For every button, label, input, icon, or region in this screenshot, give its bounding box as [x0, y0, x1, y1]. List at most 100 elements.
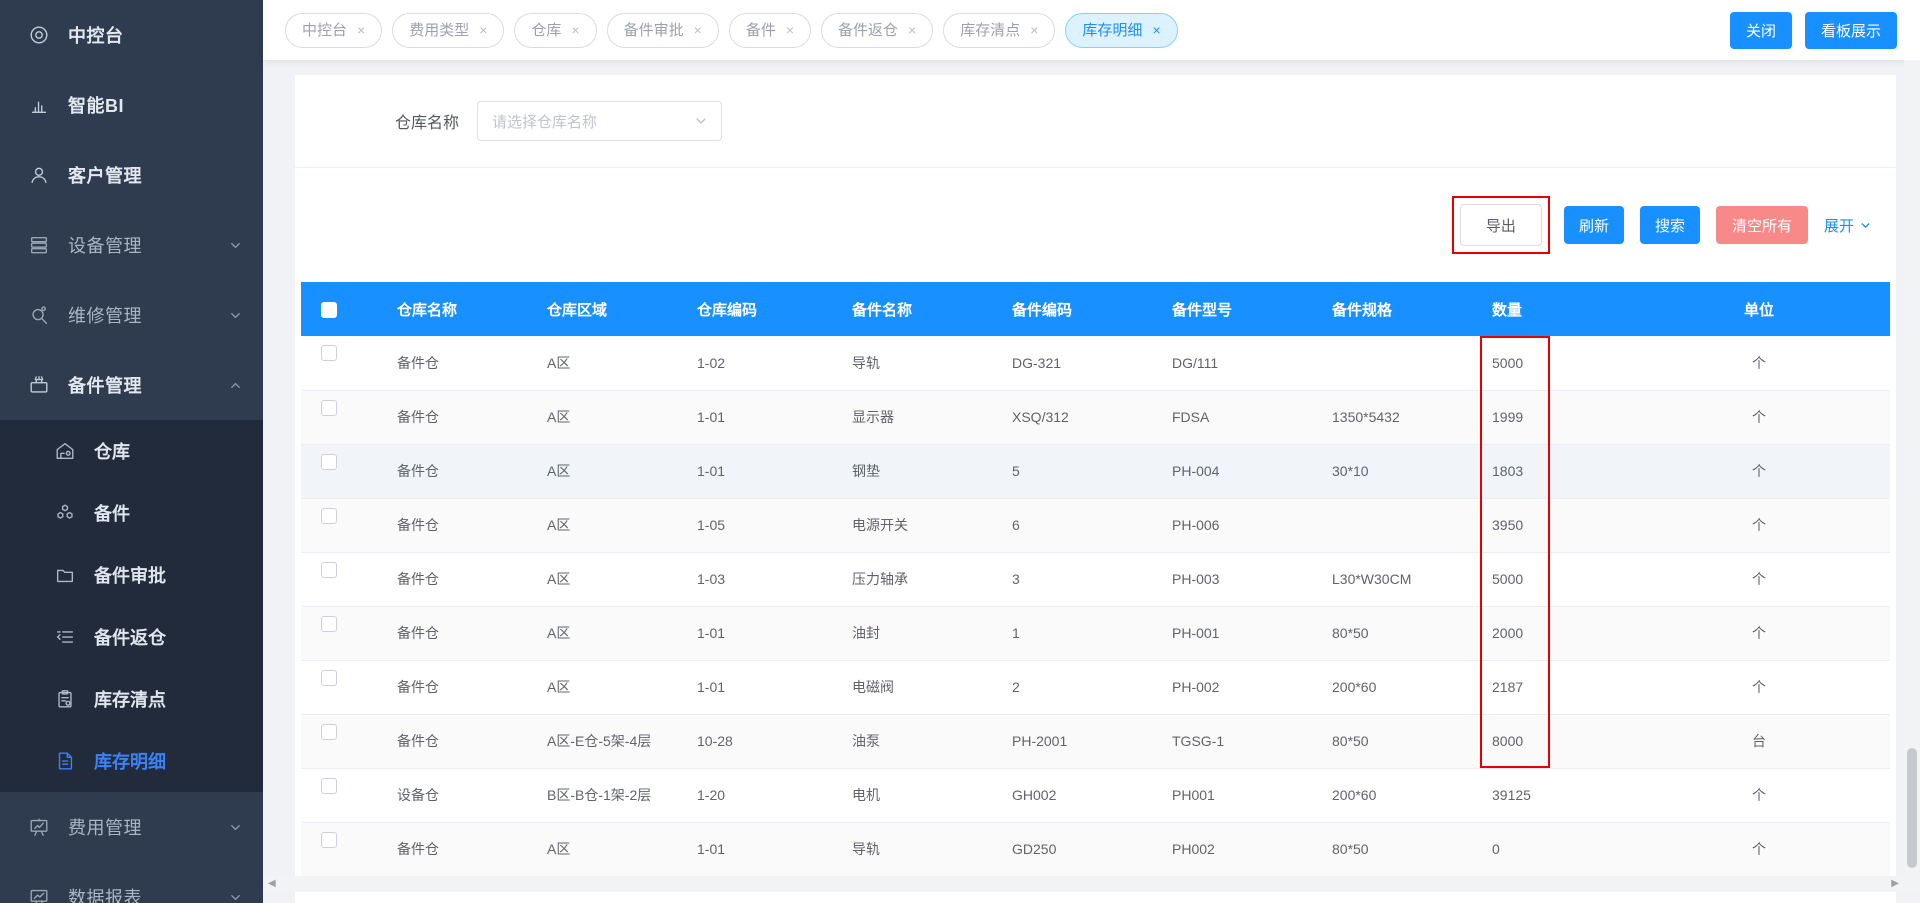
table-row[interactable]: 备件仓 A区 1-02 导轨 DG-321 DG/111 5000 个	[301, 336, 1890, 391]
row-checkbox[interactable]	[321, 561, 337, 578]
cell: 备件仓	[357, 336, 507, 391]
chevron-up-icon	[228, 378, 243, 393]
table-row[interactable]: 备件仓 A区 1-01 钢垫 5 PH-004 30*10 1803 个	[301, 444, 1890, 499]
sidebar-item-devices[interactable]: 设备管理	[0, 210, 263, 280]
cell: 电机	[812, 768, 972, 823]
chevron-down-icon	[228, 238, 243, 253]
sidebar-item-expenses[interactable]: 费用管理	[0, 792, 263, 862]
row-checkbox[interactable]	[321, 507, 337, 524]
cell: 6	[972, 498, 1132, 553]
cell: 备件仓	[357, 498, 507, 553]
row-checkbox-cell	[301, 606, 357, 661]
close-icon[interactable]: ×	[908, 23, 916, 37]
sidebar-item-maintenance[interactable]: 维修管理	[0, 280, 263, 350]
select-placeholder: 请选择仓库名称	[492, 113, 598, 131]
sidebar-item-parts-return[interactable]: 备件返仓	[0, 606, 263, 668]
row-checkbox[interactable]	[321, 345, 337, 361]
tab-仓库[interactable]: 仓库 ×	[514, 12, 597, 48]
cell: PH-002	[1132, 660, 1292, 715]
tab-费用类型[interactable]: 费用类型 ×	[392, 12, 505, 48]
close-icon[interactable]: ×	[357, 23, 365, 37]
table-row[interactable]: 备件仓 A区 1-05 电源开关 6 PH-006 3950 个	[301, 498, 1890, 553]
close-icon[interactable]: ×	[571, 23, 579, 37]
close-button[interactable]: 关闭	[1729, 11, 1792, 49]
search-button[interactable]: 搜索	[1639, 206, 1700, 244]
cell: 80*50	[1292, 714, 1452, 769]
scroll-right-arrow-icon[interactable]: ▶	[1891, 879, 1899, 889]
cell: 1-01	[657, 444, 812, 499]
export-button[interactable]: 导出	[1459, 204, 1542, 246]
row-checkbox[interactable]	[321, 399, 337, 416]
row-checkbox[interactable]	[321, 669, 337, 686]
person-icon	[28, 164, 50, 186]
close-icon[interactable]: ×	[694, 23, 702, 37]
refresh-button[interactable]: 刷新	[1563, 206, 1624, 244]
sidebar-item-reports[interactable]: 数据报表	[0, 862, 263, 903]
tab-备件审批[interactable]: 备件审批 ×	[606, 12, 719, 48]
tab-库存明细[interactable]: 库存明细 ×	[1065, 12, 1178, 48]
cell: 3950	[1452, 498, 1628, 553]
row-checkbox[interactable]	[321, 831, 337, 848]
sidebar-item-customers[interactable]: 客户管理	[0, 140, 263, 210]
vertical-scrollbar-thumb[interactable]	[1907, 748, 1917, 868]
scroll-left-arrow-icon[interactable]: ◀	[268, 879, 276, 889]
cell: PH-001	[1132, 606, 1292, 661]
warehouse-select[interactable]: 请选择仓库名称	[477, 101, 723, 141]
clear-all-button[interactable]: 清空所有	[1715, 206, 1808, 244]
sidebar-item-stock-detail[interactable]: 库存明细	[0, 730, 263, 792]
table-row[interactable]: 备件仓 A区 1-01 油封 1 PH-001 80*50 2000 个	[301, 606, 1890, 661]
sidebar-item-parts[interactable]: 备件	[0, 482, 263, 544]
table-row[interactable]: 备件仓 A区 1-01 显示器 XSQ/312 FDSA 1350*5432 1999 个	[301, 390, 1890, 445]
sidebar-item-label: 中控台	[68, 26, 124, 46]
close-icon[interactable]: ×	[1030, 23, 1038, 37]
row-checkbox[interactable]	[321, 453, 337, 470]
sidebar-item-label: 仓库	[94, 442, 130, 462]
close-icon[interactable]: ×	[1152, 23, 1160, 37]
tab-备件[interactable]: 备件 ×	[728, 12, 812, 48]
select-all-checkbox[interactable]	[321, 301, 337, 318]
sidebar-item-spare-parts[interactable]: 备件管理	[0, 350, 263, 420]
tab-库存清点[interactable]: 库存清点 ×	[943, 12, 1056, 48]
sidebar-item-console[interactable]: 中控台	[0, 0, 263, 70]
inventory-table-wrap: 仓库名称 仓库区域 仓库编码 备件名称 备件编码 备件型号 备件规格 数量 单位 备件仓 A区 1-…	[301, 282, 1890, 877]
table-row[interactable]: 备件仓 A区-E仓-5架-4层 10-28 油泵 PH-2001 TGSG-1 80*50 8…	[301, 714, 1890, 769]
cell: DG/111	[1132, 336, 1292, 391]
sidebar-item-parts-approval[interactable]: 备件审批	[0, 544, 263, 606]
cell: PH-006	[1132, 498, 1292, 553]
tab-中控台[interactable]: 中控台 ×	[285, 12, 383, 48]
row-checkbox[interactable]	[321, 615, 337, 632]
sidebar-item-warehouse[interactable]: 仓库	[0, 420, 263, 482]
row-checkbox[interactable]	[321, 723, 337, 740]
expand-link[interactable]: 展开	[1824, 215, 1872, 236]
cell: 油封	[812, 606, 972, 661]
cell: PH-004	[1132, 444, 1292, 499]
page-body: 仓库名称 请选择仓库名称 导出 刷新 搜索 清空所有 展开 仓库名称 仓库区域 …	[263, 60, 1920, 903]
folder-icon	[54, 564, 76, 586]
close-icon[interactable]: ×	[479, 23, 487, 37]
cell: A区	[507, 444, 657, 499]
row-checkbox[interactable]	[321, 777, 337, 794]
table-row[interactable]: 备件仓 A区 1-03 压力轴承 3 PH-003 L30*W30CM 5000 个	[301, 552, 1890, 607]
board-display-button[interactable]: 看板展示	[1804, 11, 1897, 49]
vertical-scrollbar[interactable]	[1904, 60, 1920, 892]
sidebar-item-stock-count[interactable]: 库存清点	[0, 668, 263, 730]
table-row[interactable]: 备件仓 A区 1-01 导轨 GD250 PH002 80*50 0 个	[301, 822, 1890, 877]
cell: 电磁阀	[812, 660, 972, 715]
close-icon[interactable]: ×	[786, 23, 794, 37]
inventory-table: 仓库名称 仓库区域 仓库编码 备件名称 备件编码 备件型号 备件规格 数量 单位 备件仓 A区 1-…	[301, 282, 1890, 877]
cell: XSQ/312	[972, 390, 1132, 445]
cell: PH002	[1132, 822, 1292, 877]
horizontal-scrollbar[interactable]: ◀ ▶	[263, 876, 1904, 892]
cell: 5000	[1452, 336, 1628, 391]
toolbox-icon	[28, 374, 50, 396]
row-checkbox-cell	[301, 822, 357, 877]
tab-备件返仓[interactable]: 备件返仓 ×	[821, 12, 934, 48]
sidebar-item-label: 备件管理	[68, 376, 142, 396]
cell: 0	[1452, 822, 1628, 877]
cell: 2	[972, 660, 1132, 715]
chevron-down-icon	[693, 113, 709, 129]
table-row[interactable]: 备件仓 A区 1-01 电磁阀 2 PH-002 200*60 2187 个	[301, 660, 1890, 715]
table-row[interactable]: 设备仓 B区-B仓-1架-2层 1-20 电机 GH002 PH001 200*60 3912…	[301, 768, 1890, 823]
sidebar-item-smart-bi[interactable]: 智能BI	[0, 70, 263, 140]
sidebar-item-label: 智能BI	[68, 96, 124, 116]
